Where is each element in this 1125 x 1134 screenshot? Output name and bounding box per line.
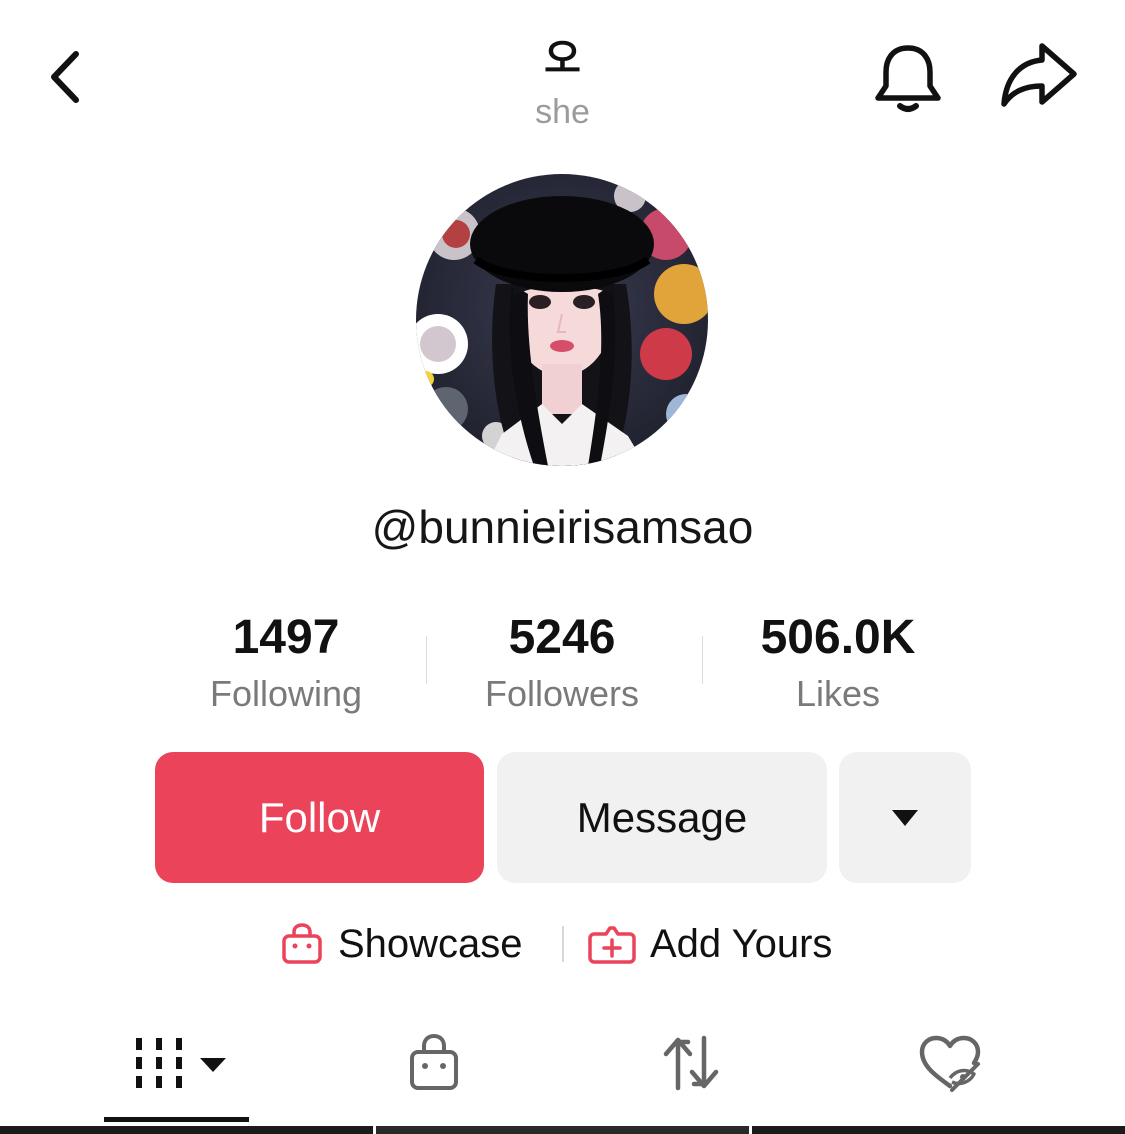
stat-following-label: Following (209, 673, 363, 714)
profile-avatar[interactable] (416, 174, 708, 466)
suggested-accounts-button[interactable] (839, 752, 971, 883)
video-thumbnail[interactable] (0, 1126, 373, 1134)
videos-grid-icon (136, 1038, 226, 1088)
follow-button-label: Follow (258, 793, 381, 841)
add-yours-link[interactable]: Add Yours (588, 914, 832, 974)
shopping-bag-icon (282, 923, 322, 964)
profile-pronoun: she (535, 93, 590, 131)
stat-likes-label: Likes (795, 673, 881, 714)
tab-liked[interactable] (916, 1030, 986, 1100)
video-thumbnail[interactable] (376, 1126, 749, 1134)
stat-followers[interactable]: 5246 Followers (432, 610, 692, 716)
selected-tab-indicator (104, 1117, 249, 1122)
shop-bag-icon (410, 1033, 458, 1090)
avatar-photo (416, 174, 708, 466)
stat-divider (426, 636, 427, 684)
share-arrow-icon[interactable] (998, 40, 1080, 112)
tab-videos[interactable] (130, 1030, 230, 1100)
stat-following-count: 1497 (232, 611, 340, 664)
stat-followers-count: 5246 (508, 611, 616, 664)
video-thumbnail[interactable] (752, 1126, 1125, 1134)
showcase-link[interactable]: Showcase (280, 914, 523, 974)
tab-reposts[interactable] (658, 1030, 724, 1100)
link-divider (562, 926, 564, 962)
add-yours-label: Add Yours (650, 922, 833, 966)
message-button-label: Message (576, 793, 748, 841)
follow-button[interactable]: Follow (155, 752, 484, 883)
liked-hidden-icon (919, 1035, 981, 1092)
stat-following[interactable]: 1497 Following (156, 610, 416, 716)
stat-followers-label: Followers (484, 673, 640, 714)
add-yours-icon (588, 926, 636, 964)
profile-nickname: 오 (544, 37, 581, 81)
repost-icon (663, 1035, 719, 1091)
stat-divider (702, 636, 703, 684)
tab-shop[interactable] (404, 1030, 464, 1100)
stat-likes[interactable]: 506.0K Likes (708, 610, 968, 716)
showcase-label: Showcase (338, 922, 523, 966)
message-button[interactable]: Message (497, 752, 827, 883)
caret-down-icon (892, 809, 918, 826)
bell-icon[interactable] (872, 40, 944, 116)
stat-likes-count: 506.0K (760, 611, 916, 664)
profile-username: @bunnieirisamsao (371, 501, 754, 553)
